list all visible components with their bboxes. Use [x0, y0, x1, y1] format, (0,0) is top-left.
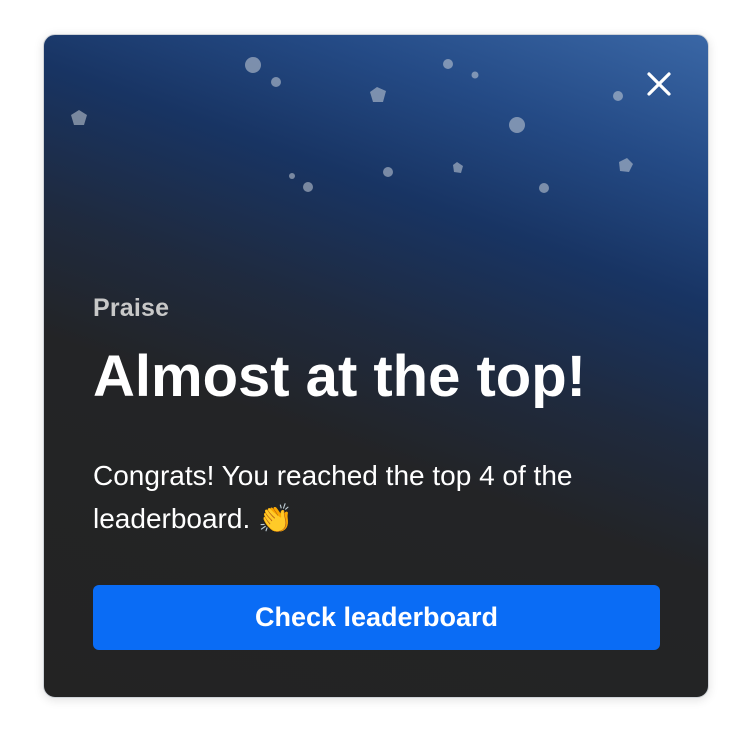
dialog-title: Almost at the top! — [93, 344, 586, 409]
confetti-dot — [613, 91, 623, 101]
confetti-dot — [509, 117, 525, 133]
clapping-hands-icon: 👏 — [258, 503, 293, 534]
confetti-pentagon — [71, 110, 87, 125]
confetti-dot — [271, 77, 281, 87]
confetti-dot — [383, 167, 393, 177]
message-text: Congrats! You reached the top 4 of the l… — [93, 460, 573, 534]
confetti-dot — [471, 71, 479, 79]
confetti-decoration — [71, 57, 633, 193]
confetti-dot — [303, 182, 313, 192]
dialog-category-label: Praise — [93, 294, 170, 322]
close-icon — [647, 72, 671, 96]
confetti-pentagon — [453, 162, 463, 173]
confetti-dot — [443, 59, 453, 69]
confetti-dot — [289, 173, 295, 179]
close-button[interactable] — [644, 69, 674, 99]
confetti-pentagon — [619, 158, 633, 172]
confetti-dot — [539, 183, 549, 193]
confetti-dot — [245, 57, 261, 73]
praise-dialog: Praise Almost at the top! Congrats! You … — [43, 34, 709, 698]
confetti-pentagon — [370, 87, 386, 102]
dialog-message: Congrats! You reached the top 4 of the l… — [93, 454, 663, 540]
check-leaderboard-button[interactable]: Check leaderboard — [93, 585, 660, 650]
